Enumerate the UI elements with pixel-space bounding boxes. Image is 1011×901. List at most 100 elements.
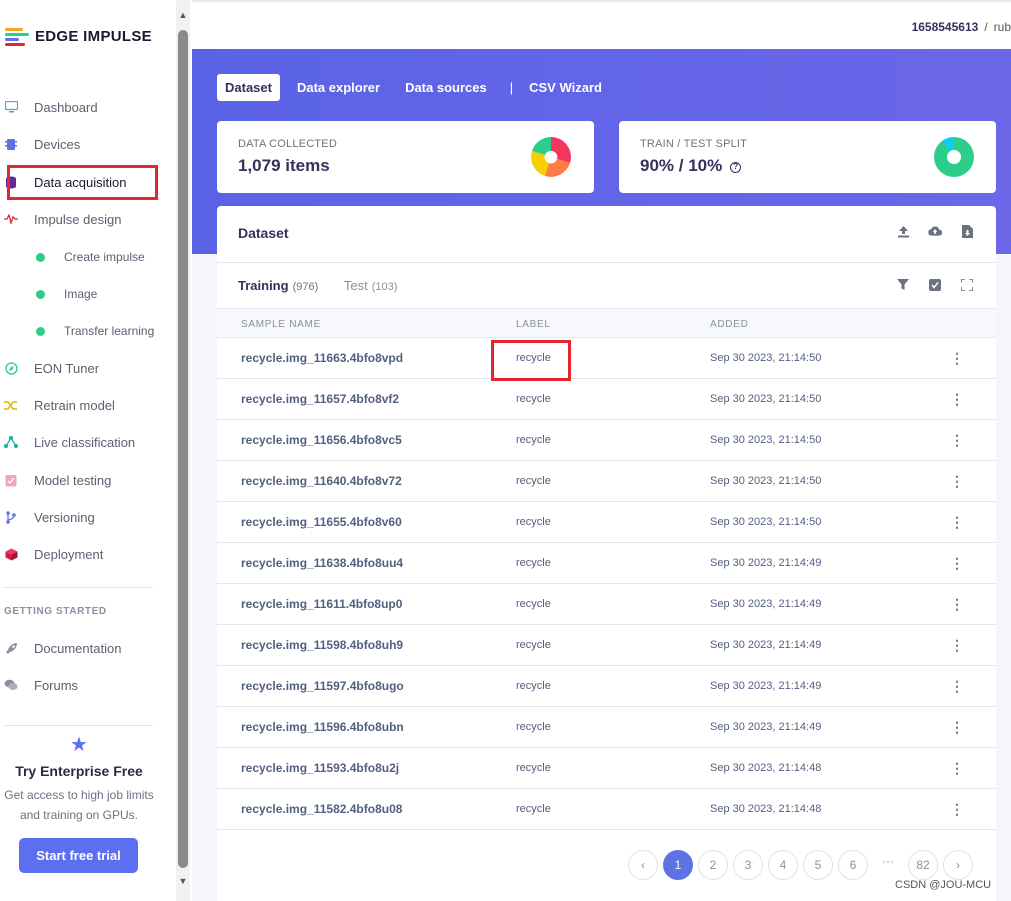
table-row[interactable]: recycle.img_11656.4bfo8vc5 recycle Sep 30 … <box>217 420 996 461</box>
sidebar-item-transfer-learning[interactable]: Transfer learning <box>0 319 176 343</box>
sample-name[interactable]: recycle.img_11597.4bfo8ugo <box>241 679 404 693</box>
sample-added-date: Sep 30 2023, 21:14:50 <box>710 393 822 405</box>
pagination-page[interactable]: 3 <box>733 850 763 880</box>
row-menu-icon[interactable]: ⋮ <box>950 801 964 818</box>
pagination-page[interactable]: 2 <box>698 850 728 880</box>
row-menu-icon[interactable]: ⋮ <box>950 555 964 572</box>
cloud-upload-icon[interactable] <box>928 224 942 238</box>
filter-icon[interactable] <box>896 278 910 292</box>
tab-data-sources[interactable]: Data sources <box>397 74 495 101</box>
sidebar-item-model-testing[interactable]: Model testing <box>0 468 176 492</box>
table-row[interactable]: recycle.img_11638.4bfo8uu4 recycle Sep 30 … <box>217 543 996 584</box>
sample-name[interactable]: recycle.img_11655.4bfo8v60 <box>241 515 402 529</box>
row-menu-icon[interactable]: ⋮ <box>950 760 964 777</box>
tab-training[interactable]: Training (976) <box>238 278 318 293</box>
pagination-page[interactable]: 6 <box>838 850 868 880</box>
sidebar-item-versioning[interactable]: Versioning <box>0 505 176 529</box>
chip-icon <box>4 137 18 151</box>
table-row[interactable]: recycle.img_11611.4bfo8up0 recycle Sep 30 … <box>217 584 996 625</box>
scroll-up-arrow-icon[interactable]: ▲ <box>176 8 190 22</box>
sidebar-item-image[interactable]: Image <box>0 282 176 306</box>
table-row[interactable]: recycle.img_11596.4bfo8ubn recycle Sep 30 … <box>217 707 996 748</box>
sample-added-date: Sep 30 2023, 21:14:49 <box>710 598 822 610</box>
chat-icon <box>4 678 18 692</box>
sidebar-item-live-classification[interactable]: Live classification <box>0 430 176 454</box>
sidebar-item-create-impulse[interactable]: Create impulse <box>0 245 176 269</box>
help-icon[interactable]: ? <box>730 162 742 173</box>
branch-icon <box>4 510 18 524</box>
sample-name[interactable]: recycle.img_11663.4bfo8vpd <box>241 351 403 365</box>
row-menu-icon[interactable]: ⋮ <box>950 391 964 408</box>
scroll-down-arrow-icon[interactable]: ▼ <box>176 874 190 888</box>
tab-test[interactable]: Test (103) <box>344 278 398 293</box>
sidebar-item-dashboard[interactable]: Dashboard <box>0 95 176 119</box>
upload-icon[interactable] <box>896 224 910 238</box>
row-menu-icon[interactable]: ⋮ <box>950 432 964 449</box>
file-download-icon[interactable] <box>960 224 974 238</box>
column-header-label[interactable]: LABEL <box>516 319 551 330</box>
sample-name[interactable]: recycle.img_11611.4bfo8up0 <box>241 597 402 611</box>
row-menu-icon[interactable]: ⋮ <box>950 596 964 613</box>
tab-data-explorer[interactable]: Data explorer <box>289 74 388 101</box>
sidebar-item-documentation[interactable]: Documentation <box>0 636 176 660</box>
enterprise-promo: ★ Try Enterprise Free Get access to high… <box>0 732 158 825</box>
table-row[interactable]: recycle.img_11593.4bfo8u2j recycle Sep 30 … <box>217 748 996 789</box>
sample-label: recycle <box>516 557 551 569</box>
expand-icon[interactable] <box>960 278 974 292</box>
table-row[interactable]: recycle.img_11598.4bfo8uh9 recycle Sep 30 … <box>217 625 996 666</box>
table-row[interactable]: recycle.img_11655.4bfo8v60 recycle Sep 30 … <box>217 502 996 543</box>
data-collected-card: DATA COLLECTED 1,079 items <box>217 121 594 193</box>
row-menu-icon[interactable]: ⋮ <box>950 678 964 695</box>
sample-name[interactable]: recycle.img_11596.4bfo8ubn <box>241 720 404 734</box>
table-row[interactable]: recycle.img_11663.4bfo8vpd recycle Sep 30 … <box>217 338 996 379</box>
pagination-prev-button[interactable]: ‹ <box>628 850 658 880</box>
sidebar-divider <box>4 587 153 588</box>
column-header-sample-name[interactable]: SAMPLE NAME <box>241 319 321 330</box>
pagination-page[interactable]: 4 <box>768 850 798 880</box>
sidebar-item-impulse-design[interactable]: Impulse design <box>0 207 176 231</box>
pagination-page[interactable]: 1 <box>663 850 693 880</box>
row-menu-icon[interactable]: ⋮ <box>950 637 964 654</box>
tab-dataset[interactable]: Dataset <box>217 74 280 101</box>
sidebar-item-retrain-model[interactable]: Retrain model <box>0 393 176 417</box>
sample-name[interactable]: recycle.img_11656.4bfo8vc5 <box>241 433 402 447</box>
row-menu-icon[interactable]: ⋮ <box>950 719 964 736</box>
pagination-next-button[interactable]: › <box>943 850 973 880</box>
tab-csv-wizard[interactable]: CSV Wizard <box>521 74 610 101</box>
table-row[interactable]: recycle.img_11582.4bfo8u08 recycle Sep 30 … <box>217 789 996 830</box>
sample-name[interactable]: recycle.img_11598.4bfo8uh9 <box>241 638 403 652</box>
sidebar-item-deployment[interactable]: Deployment <box>0 542 176 566</box>
sample-name[interactable]: recycle.img_11582.4bfo8u08 <box>241 802 402 816</box>
sample-added-date: Sep 30 2023, 21:14:50 <box>710 516 822 528</box>
pagination-page-last[interactable]: 82 <box>908 850 938 880</box>
sidebar-item-devices[interactable]: Devices <box>0 132 176 156</box>
pagination-page[interactable]: 5 <box>803 850 833 880</box>
sidebar-item-eon-tuner[interactable]: EON Tuner <box>0 356 176 380</box>
brand-logo[interactable]: EDGE IMPULSE <box>5 26 152 46</box>
enterprise-title: Try Enterprise Free <box>15 763 143 779</box>
start-free-trial-button[interactable]: Start free trial <box>19 838 138 873</box>
main-content: 1658545613/rub Dataset Data explorer Dat… <box>192 0 1011 901</box>
row-menu-icon[interactable]: ⋮ <box>950 350 964 367</box>
table-row[interactable]: recycle.img_11657.4bfo8vf2 recycle Sep 30 … <box>217 379 996 420</box>
table-row[interactable]: recycle.img_11640.4bfo8v72 recycle Sep 30 … <box>217 461 996 502</box>
scrollbar-thumb[interactable] <box>178 30 188 868</box>
row-menu-icon[interactable]: ⋮ <box>950 514 964 531</box>
sample-name[interactable]: recycle.img_11638.4bfo8uu4 <box>241 556 403 570</box>
sample-name[interactable]: recycle.img_11593.4bfo8u2j <box>241 761 399 775</box>
sidebar-scrollbar[interactable]: ▲ ▼ <box>176 0 190 901</box>
sample-label: recycle <box>516 393 551 405</box>
sidebar-item-forums[interactable]: Forums <box>0 673 176 697</box>
select-checkbox-icon[interactable] <box>928 278 942 292</box>
sample-name[interactable]: recycle.img_11640.4bfo8v72 <box>241 474 402 488</box>
row-menu-icon[interactable]: ⋮ <box>950 473 964 490</box>
pulse-icon <box>4 212 18 226</box>
sample-name[interactable]: recycle.img_11657.4bfo8vf2 <box>241 392 399 406</box>
sample-label: recycle <box>516 721 551 733</box>
brand-name: EDGE IMPULSE <box>35 27 152 45</box>
table-actions <box>878 278 974 292</box>
table-header: SAMPLE NAME LABEL ADDED <box>217 308 996 338</box>
project-breadcrumb[interactable]: 1658545613/rub <box>912 20 1011 34</box>
column-header-added[interactable]: ADDED <box>710 319 749 330</box>
table-row[interactable]: recycle.img_11597.4bfo8ugo recycle Sep 30 … <box>217 666 996 707</box>
